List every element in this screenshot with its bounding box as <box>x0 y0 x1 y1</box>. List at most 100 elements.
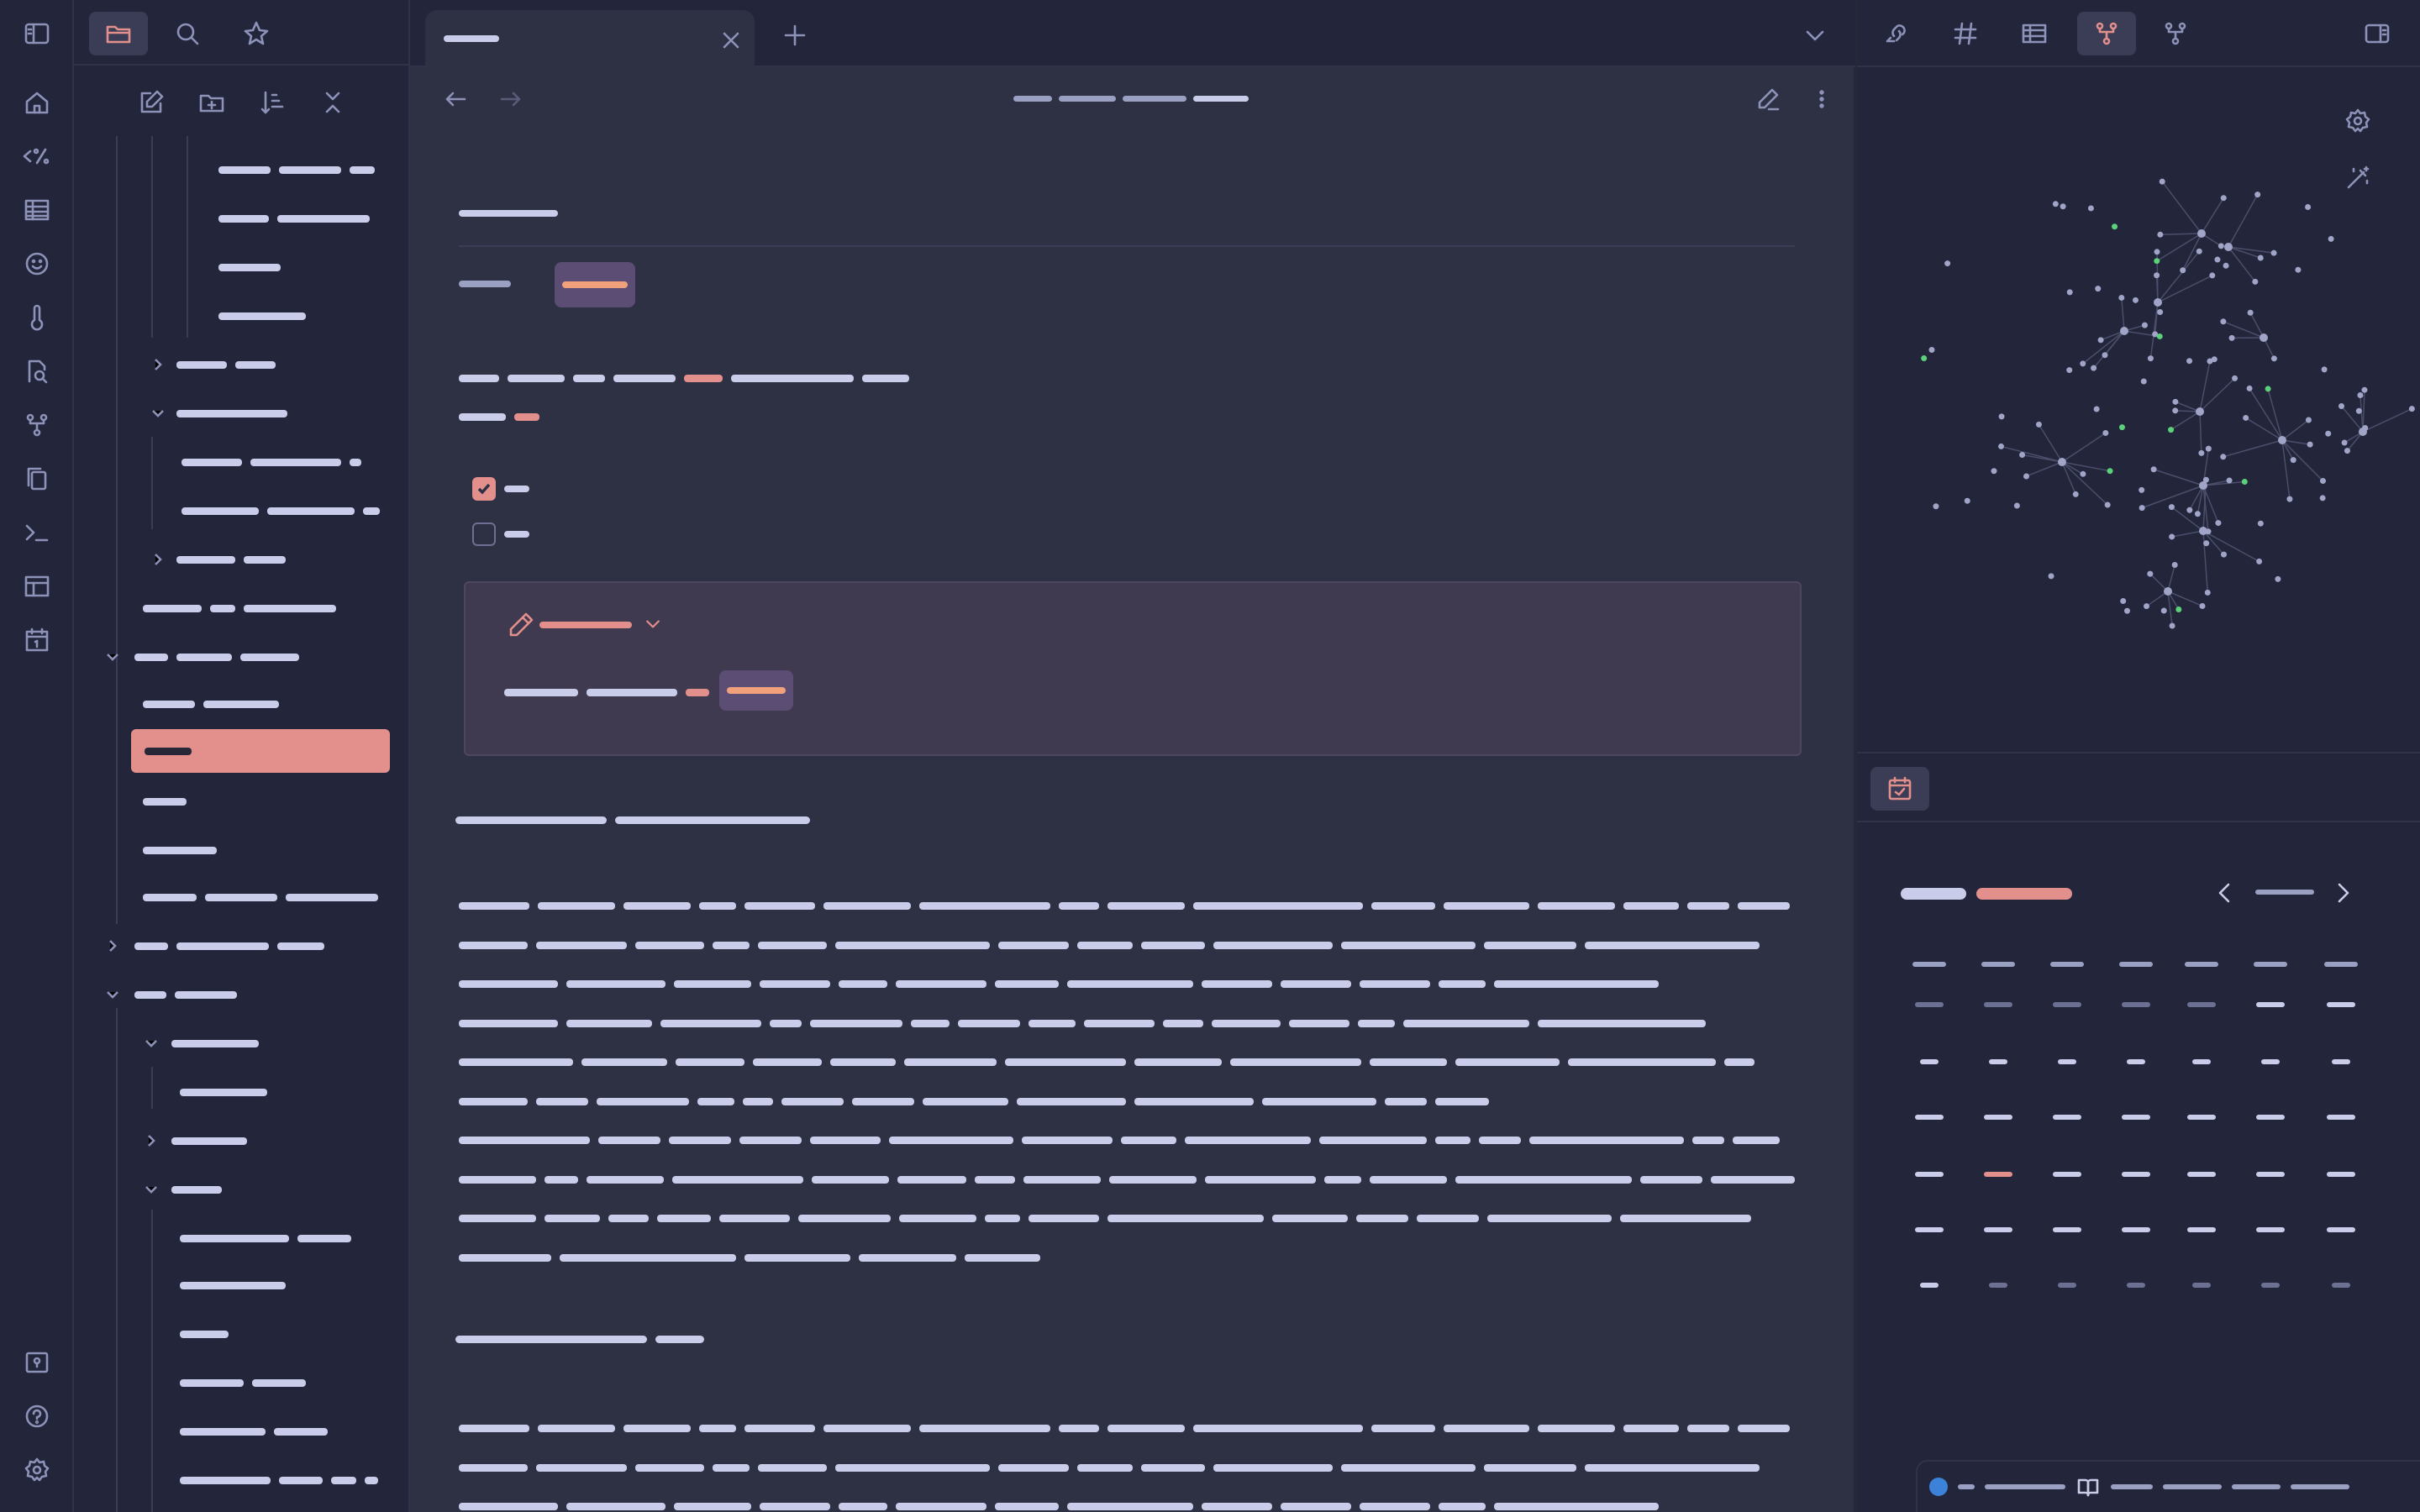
tree-file-active[interactable] <box>131 729 390 773</box>
graph-node[interactable] <box>2232 375 2238 381</box>
graph-node[interactable] <box>2220 454 2227 460</box>
chevron-left-icon[interactable] <box>2210 878 2240 908</box>
tree-folder[interactable] <box>143 1168 230 1211</box>
calendar-icon[interactable] <box>1870 767 1929 811</box>
calendar-day[interactable] <box>2187 1002 2216 1007</box>
graph-node[interactable] <box>2118 294 2125 301</box>
graph-node[interactable] <box>2319 478 2326 485</box>
graph-node[interactable] <box>2205 445 2212 452</box>
graph-node[interactable] <box>2202 476 2209 483</box>
close-icon[interactable] <box>718 27 744 54</box>
calendar-day[interactable] <box>2053 1227 2081 1232</box>
graph-node[interactable] <box>1964 497 1970 504</box>
graph-node[interactable] <box>2066 289 2073 296</box>
globe-icon[interactable] <box>1929 1478 1948 1496</box>
graph-node[interactable] <box>2120 327 2128 335</box>
thermometer-icon[interactable] <box>18 299 55 336</box>
graph-node[interactable] <box>2199 602 2206 609</box>
tab-active[interactable]: ▬▬▬▬▬ <box>425 10 755 67</box>
graph-node[interactable] <box>2169 533 2175 540</box>
graph-node[interactable] <box>2217 243 2224 249</box>
graph-node[interactable] <box>2286 496 2293 502</box>
graph-node[interactable] <box>2175 606 2182 613</box>
graph-node[interactable] <box>2204 589 2211 596</box>
calendar-day[interactable] <box>1920 1059 1939 1064</box>
graph-node[interactable] <box>2220 551 2227 558</box>
graph-node[interactable] <box>2139 505 2145 512</box>
edit-pencil-icon[interactable] <box>1751 82 1785 116</box>
calendar-day[interactable] <box>1984 1002 2012 1007</box>
graph-node[interactable] <box>2198 449 2205 456</box>
tree-file[interactable] <box>180 1361 314 1404</box>
graph-node[interactable] <box>2157 309 2164 316</box>
calendar-day[interactable] <box>2261 1059 2280 1064</box>
graph-node[interactable] <box>2408 406 2415 412</box>
calendar-day[interactable] <box>2058 1059 2076 1064</box>
calendar-icon[interactable] <box>18 622 55 659</box>
graph-node[interactable] <box>2186 358 2193 365</box>
graph-node[interactable] <box>2066 367 2073 374</box>
graph-node[interactable] <box>2172 398 2179 405</box>
graph-node[interactable] <box>2319 495 2326 501</box>
calendar-day[interactable] <box>2127 1059 2145 1064</box>
tree-file[interactable] <box>218 148 383 192</box>
calendar-day[interactable] <box>2053 1115 2081 1120</box>
chevron-down-icon[interactable] <box>1800 20 1830 50</box>
tree-file[interactable] <box>218 245 289 289</box>
graph-node[interactable] <box>2080 360 2086 367</box>
calendar-day[interactable] <box>2122 1002 2150 1007</box>
graph-node[interactable] <box>2052 201 2059 207</box>
home-icon[interactable] <box>18 84 55 121</box>
graph-node[interactable] <box>1944 260 1951 267</box>
calendar-day[interactable] <box>1989 1283 2007 1288</box>
forward-arrow-icon[interactable] <box>494 82 528 116</box>
tree-folder[interactable] <box>150 391 296 435</box>
book-icon[interactable] <box>2075 1474 2101 1499</box>
graph-node[interactable] <box>2224 243 2233 251</box>
graph-node[interactable] <box>2147 355 2154 362</box>
calendar-day[interactable] <box>2122 1172 2150 1177</box>
graph-node[interactable] <box>2328 235 2334 242</box>
chevron-right-icon[interactable] <box>2328 878 2358 908</box>
terminal-icon[interactable] <box>18 514 55 551</box>
graph-node[interactable] <box>2048 573 2054 580</box>
graph-node[interactable] <box>2196 407 2204 416</box>
templater-icon[interactable] <box>18 138 55 175</box>
graph-node[interactable] <box>2164 587 2172 596</box>
new-note-icon[interactable] <box>133 84 170 121</box>
task-checkbox-checked[interactable] <box>472 477 496 501</box>
graph-node[interactable] <box>2197 229 2206 238</box>
folder-icon[interactable] <box>89 12 148 55</box>
tree-file[interactable] <box>218 197 378 240</box>
calendar-day[interactable] <box>2327 1002 2355 1007</box>
help-icon[interactable] <box>18 1398 55 1435</box>
tags-icon[interactable] <box>1936 12 1995 55</box>
graph-node[interactable] <box>2246 385 2253 391</box>
graph-node[interactable] <box>2211 356 2217 363</box>
graph-node[interactable] <box>2199 527 2207 535</box>
graph-node[interactable] <box>2270 249 2277 256</box>
graph-node[interactable] <box>2278 436 2286 444</box>
tree-file[interactable] <box>143 780 195 823</box>
graph-node[interactable] <box>2060 203 2066 210</box>
tree-file[interactable] <box>180 1070 276 1114</box>
back-arrow-icon[interactable] <box>439 82 472 116</box>
graph-node[interactable] <box>2102 429 2109 436</box>
breadcrumb[interactable] <box>1013 96 1249 102</box>
calendar-day[interactable] <box>1915 1172 1944 1177</box>
graph-node[interactable] <box>2141 322 2148 328</box>
graph-node[interactable] <box>2147 570 2154 577</box>
graph-node[interactable] <box>2095 286 2102 292</box>
graph-node[interactable] <box>2247 309 2254 316</box>
tree-file[interactable] <box>180 1216 360 1260</box>
graph-node[interactable] <box>2307 441 2313 448</box>
tree-file[interactable] <box>180 1263 294 1307</box>
tree-file[interactable] <box>143 682 287 726</box>
graph-node[interactable] <box>2104 501 2111 508</box>
tree-folder[interactable] <box>104 635 308 679</box>
search-doc-icon[interactable] <box>18 353 55 390</box>
calendar-day[interactable] <box>2058 1283 2076 1288</box>
calendar-day[interactable] <box>2053 1002 2081 1007</box>
calendar-day[interactable] <box>2332 1283 2350 1288</box>
graph-node[interactable] <box>2139 486 2145 493</box>
